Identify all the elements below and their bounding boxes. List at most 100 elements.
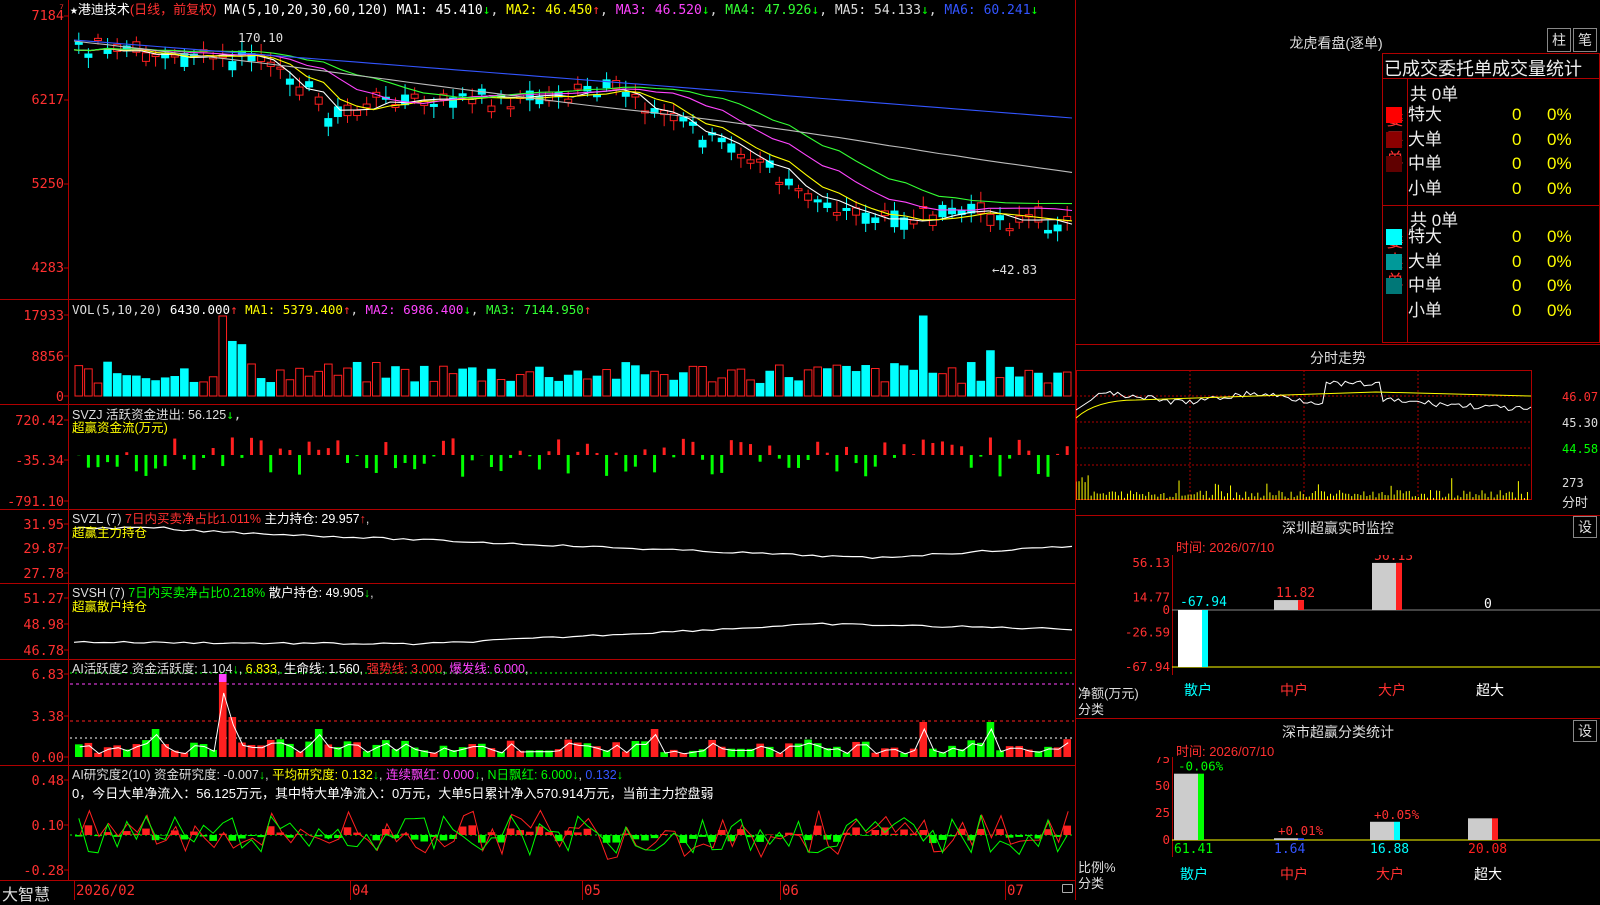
order-qty: 0	[1512, 299, 1521, 323]
monitor-y-label: -26.59	[1125, 624, 1170, 639]
right-panel: 龙虎看盘(逐单) 柱 笔 已成交委托单成交量统计 委 买 单 共 0单 特大00…	[1076, 0, 1600, 900]
svzl-y-label: 27.78	[0, 567, 66, 581]
order-stat-row: 中单00%	[1382, 152, 1600, 176]
stock-name: 港迪技术	[78, 2, 130, 17]
order-stat-row: 特大 0 0%	[1382, 103, 1600, 127]
indicator-plot	[0, 0, 1076, 900]
monitor-settings-button[interactable]: 设	[1573, 516, 1597, 538]
svzl-hold: 主力持仓: 29.957	[264, 512, 359, 526]
classify-value-label: 61.41	[1174, 842, 1213, 857]
indicator-value: MA2: 6986.400	[358, 302, 463, 317]
ma-line	[74, 49, 1072, 211]
price-y-label: 6217	[0, 93, 66, 107]
favorite-star-icon[interactable]: ★	[70, 3, 78, 18]
vol-value: 6430.000	[170, 302, 230, 317]
date-label: 2026/02	[76, 883, 135, 899]
tick-mode-button[interactable]: 笔	[1573, 28, 1597, 52]
classify-settings-button[interactable]: 设	[1573, 720, 1597, 742]
color-swatch	[1386, 107, 1402, 123]
lhb-title: 龙虎看盘(逐单)	[1236, 33, 1436, 53]
intraday-title: 分时走势	[1076, 348, 1600, 368]
order-size-label: 小单	[1408, 299, 1442, 323]
svzj-subtitle: 超赢资金流(万元)	[72, 421, 168, 436]
classify-value-label: 1.64	[1274, 842, 1305, 857]
order-pct: 0%	[1547, 103, 1572, 127]
color-swatch	[1386, 156, 1402, 172]
indicator-value: MA6: 60.241	[937, 3, 1031, 18]
ai-research-y-label: 0.48	[0, 774, 66, 788]
classify-category-label: 大户	[1376, 866, 1404, 883]
classify-title: 深市超赢分类统计	[1076, 722, 1600, 742]
indicator-value: MA5: 54.133	[827, 3, 921, 18]
monitor-category-label: 中户	[1280, 682, 1308, 699]
ai-active-pane-header: AI活跃度2 资金活跃度: 1.104↓, 6.833, 生命线: 1.560,…	[72, 662, 529, 677]
classify-delta-label: +0.01%	[1278, 823, 1324, 838]
ai-active-y-label: 3.38	[0, 710, 66, 724]
order-qty: 0	[1512, 274, 1521, 298]
classify-category-label: 超大	[1474, 867, 1502, 883]
order-stat-row: 特大00%	[1382, 225, 1600, 249]
trend-arrow: ↓	[921, 3, 929, 18]
classify-value-label: 16.88	[1370, 842, 1409, 857]
classify-y-label: 50	[1155, 778, 1170, 793]
brand-label: 大智慧	[2, 881, 50, 905]
candlesticks	[75, 33, 1070, 242]
intraday-chart[interactable]	[1076, 370, 1600, 512]
order-qty: 0	[1512, 250, 1521, 274]
lock-icon[interactable]	[1062, 884, 1073, 893]
ma-values: MA1: 45.410↓, MA2: 46.450↑, MA3: 46.520↓…	[397, 3, 1039, 18]
date-label: 06	[782, 883, 799, 899]
bar-mode-button[interactable]: 柱	[1547, 28, 1571, 52]
order-qty: 0	[1512, 128, 1521, 152]
indicator-value: MA4: 47.926	[717, 3, 811, 18]
indicator-value: MA3: 7144.950	[478, 302, 583, 317]
svsh-pane-header: SVSH (7) 7日内买卖净占比0.218% 散户持仓: 49.905↓,	[72, 586, 374, 601]
monitor-category-label: 超大	[1476, 683, 1504, 699]
vol-y-label: 8856	[0, 350, 66, 364]
intraday-vol-label: 273	[1562, 476, 1584, 490]
order-pct: 0%	[1547, 225, 1572, 249]
classify-category-label: 散户	[1180, 866, 1208, 883]
ai-active-v4: 强势线: 3.000	[367, 662, 443, 676]
order-size-label: 小单	[1408, 177, 1442, 201]
chart-area[interactable]: ★港迪技术(日线，前复权) MA(5,10,20,30,60,120) MA1:…	[0, 0, 1076, 900]
ai-active-arrow: ↓	[232, 662, 238, 676]
order-qty: 0	[1512, 103, 1521, 127]
order-size-label: 特大	[1408, 103, 1442, 127]
ai-research-y-label: -0.28	[0, 864, 66, 878]
period-label[interactable]: (日线，前复权)	[130, 2, 217, 17]
svsh-subtitle: 超赢散户持仓	[72, 600, 147, 615]
monitor-axis-caption: 分类	[1078, 699, 1104, 718]
monitor-value-label: -67.94	[1180, 595, 1227, 610]
svzj-arrow: ↓	[226, 407, 234, 422]
classify-bar	[1274, 838, 1298, 840]
price-y-label: 4283	[0, 261, 66, 275]
classify-axis-caption: 分类	[1078, 873, 1104, 892]
intraday-y-label: 44.58	[1562, 442, 1598, 456]
classify-bar	[1370, 822, 1394, 840]
ai-active-v2: 6.833	[246, 662, 277, 676]
classify-value-label: 20.08	[1468, 842, 1507, 857]
order-size-label: 特大	[1408, 225, 1442, 249]
order-stat-row: 中单00%	[1382, 274, 1600, 298]
trend-arrow: ↓	[1031, 3, 1039, 18]
order-pct: 0%	[1547, 177, 1572, 201]
money-flow-bars	[79, 437, 1067, 476]
svzj-title: SVZJ 活跃资金进出: 56.125	[72, 408, 226, 422]
monitor-y-label: -67.94	[1125, 659, 1170, 674]
svsh-hold: 散户持仓: 49.905	[269, 586, 364, 600]
svsh-title: SVSH (7)	[72, 586, 125, 600]
monitor-y-label: 0	[1162, 602, 1170, 617]
monitor-time: 时间: 2026/07/10	[1176, 537, 1274, 556]
classify-y-label: 25	[1155, 805, 1170, 820]
svsh-y-label: 48.98	[0, 618, 66, 632]
classify-y-label: 0	[1162, 832, 1170, 847]
svsh-ratio: 7日内买卖净占比0.218%	[128, 586, 265, 600]
svzl-title: SVZL (7)	[72, 512, 122, 526]
order-pct: 0%	[1547, 128, 1572, 152]
svzl-pane-header: SVZL (7) 7日内买卖净占比1.011% 主力持仓: 29.957↑,	[72, 512, 369, 527]
color-swatch	[1386, 278, 1402, 294]
ai-active-y-label: 6.83	[0, 668, 66, 682]
order-size-label: 中单	[1408, 152, 1442, 176]
ai-research-y-label: 0.10	[0, 819, 66, 833]
